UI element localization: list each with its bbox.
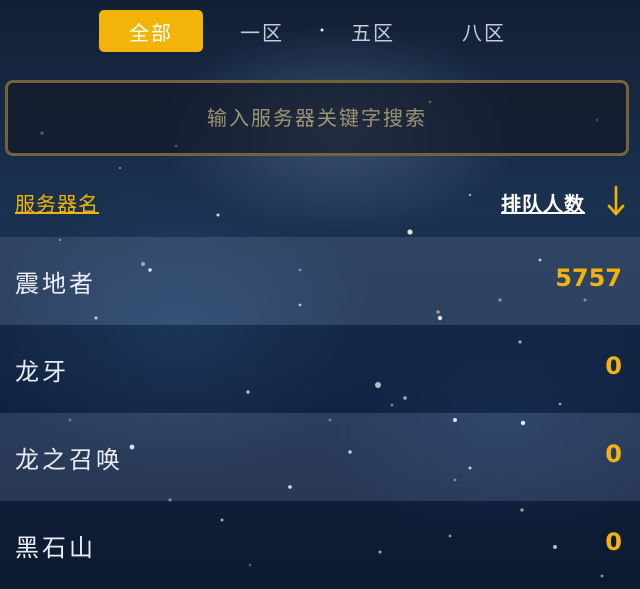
server-name-column-header[interactable]: 服务器名: [15, 188, 99, 217]
tab-region-8[interactable]: 八区: [432, 10, 536, 52]
server-name: 震地者: [15, 270, 96, 298]
queue-count: 0: [605, 528, 622, 556]
server-row[interactable]: 震地者 5757: [0, 237, 640, 325]
server-row[interactable]: 黑石山 0: [0, 501, 640, 589]
server-name: 龙之召唤: [15, 446, 123, 474]
server-row[interactable]: 龙之召唤 0: [0, 413, 640, 501]
tab-region-1[interactable]: 一区: [210, 10, 314, 52]
region-tabs: 全部 一区 五区 八区: [99, 10, 536, 52]
queue-count-column-header[interactable]: 排队人数: [501, 188, 585, 217]
server-name: 黑石山: [15, 534, 96, 562]
server-list: 震地者 5757 龙牙 0 龙之召唤 0 黑石山 0: [0, 237, 640, 589]
tab-all[interactable]: 全部: [99, 10, 203, 52]
server-row[interactable]: 龙牙 0: [0, 325, 640, 413]
tab-region-5[interactable]: 五区: [321, 10, 425, 52]
queue-count: 5757: [555, 264, 622, 292]
list-header: 服务器名 排队人数: [0, 180, 640, 225]
server-name: 龙牙: [15, 358, 69, 386]
queue-count: 0: [605, 440, 622, 468]
search-box: [5, 80, 629, 156]
queue-count: 0: [605, 352, 622, 380]
arrow-down-icon[interactable]: [604, 184, 628, 218]
server-search-input[interactable]: [36, 105, 598, 131]
